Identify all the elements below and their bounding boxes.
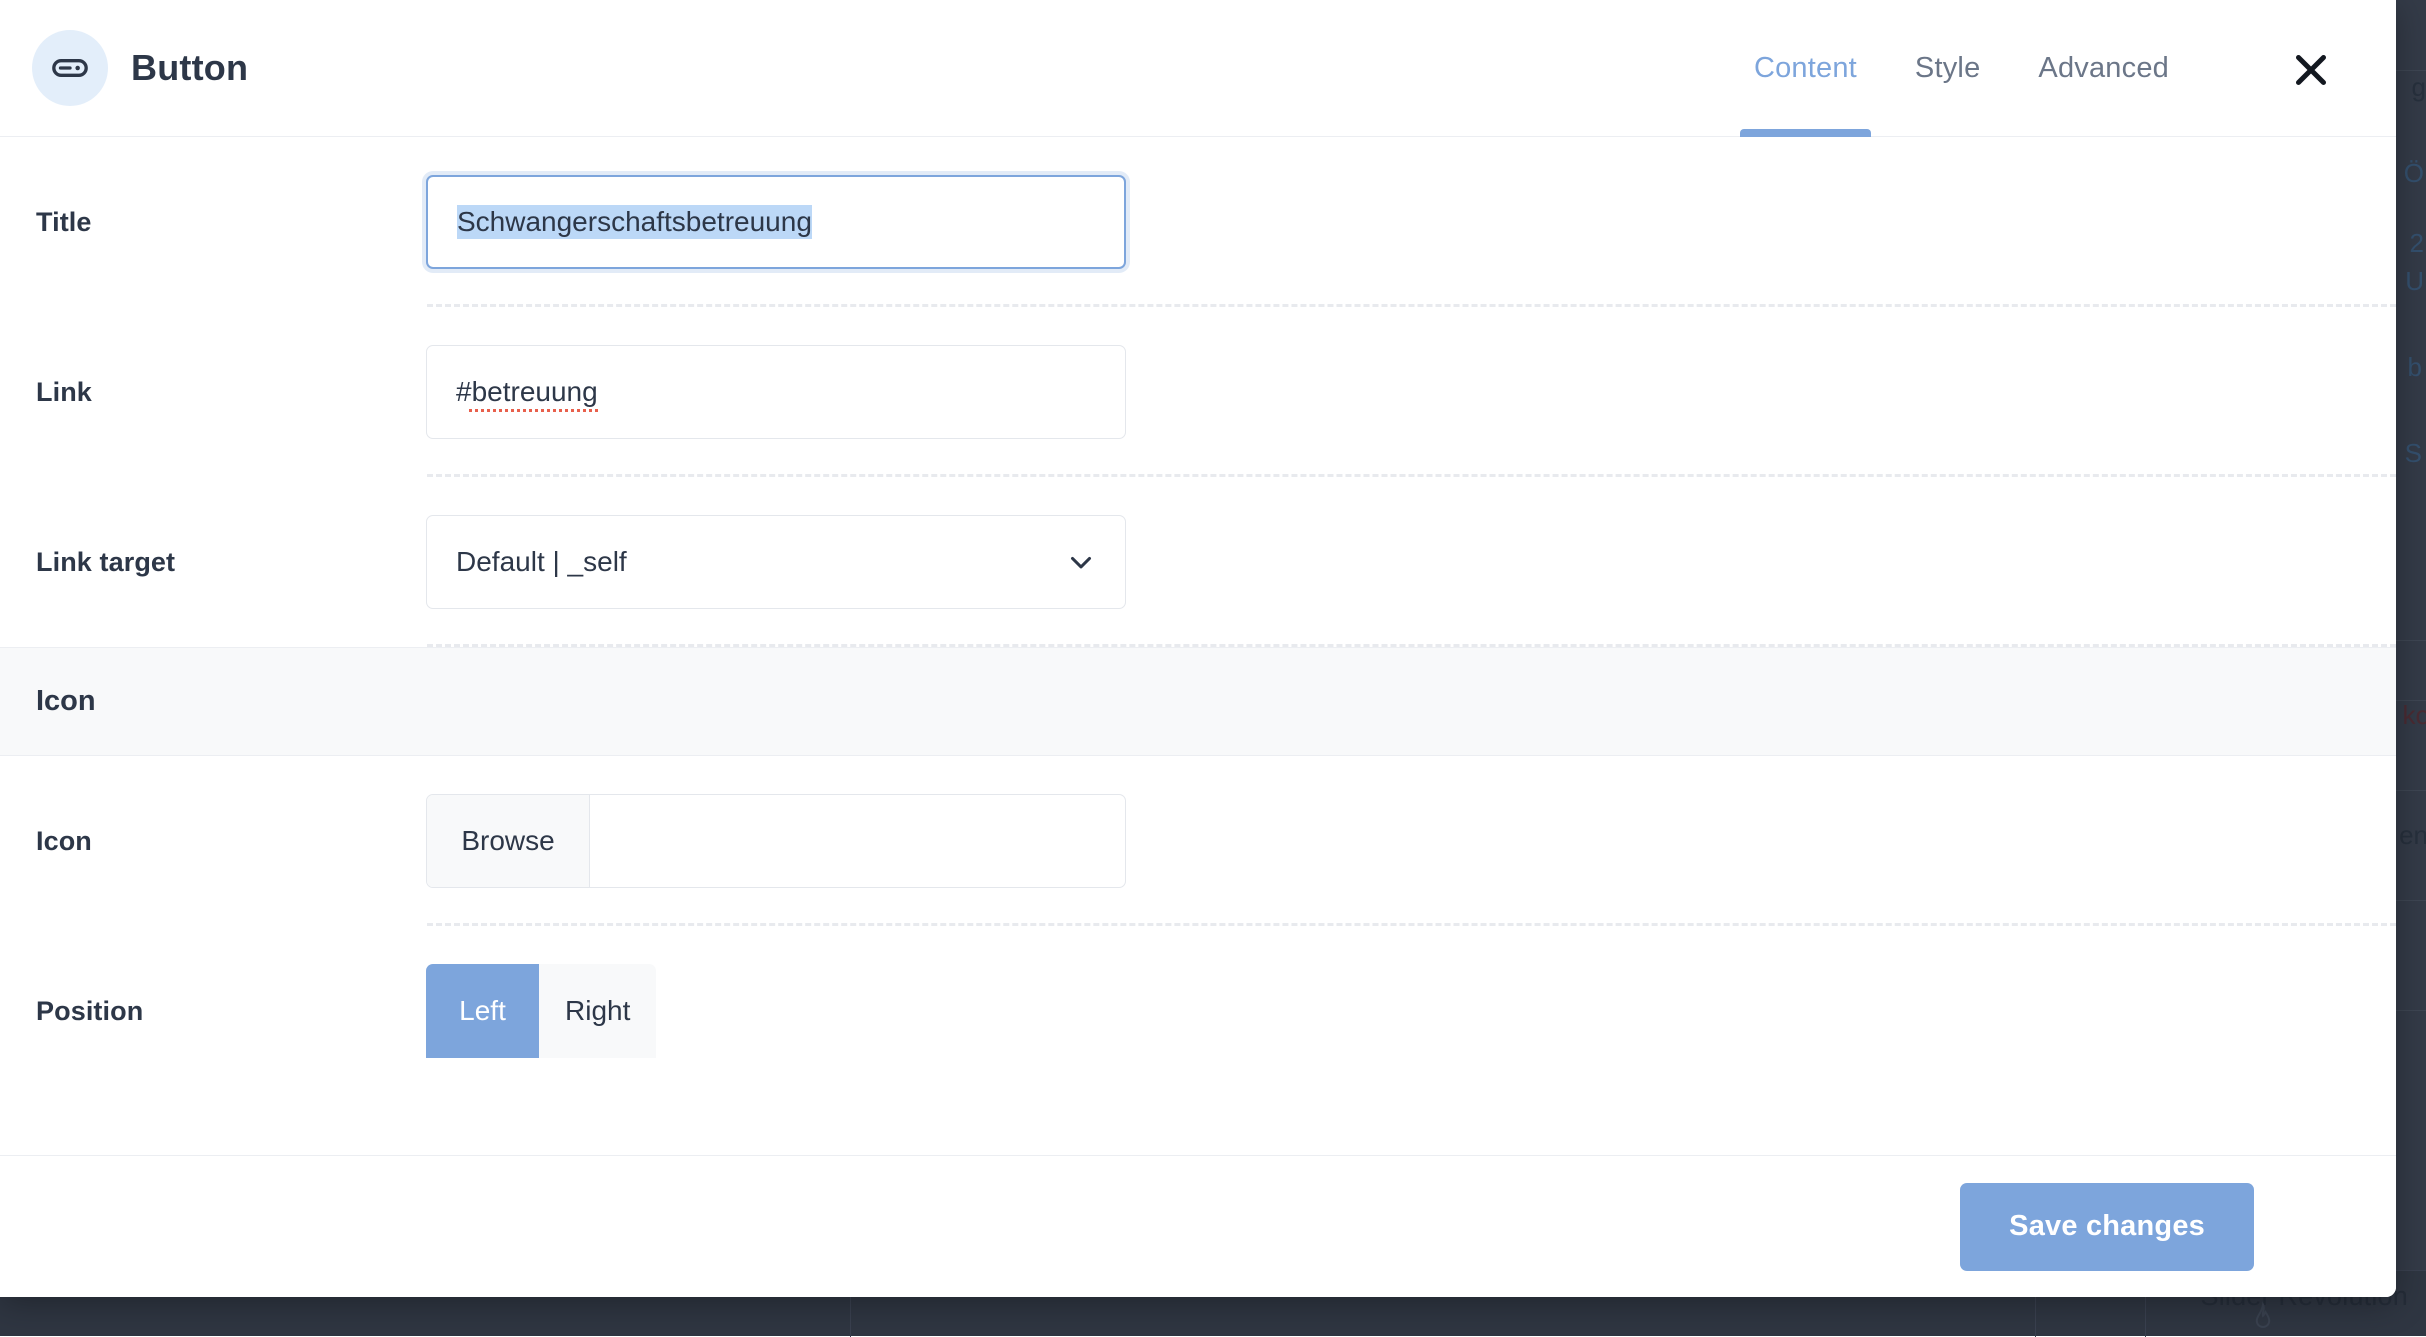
- section-header-icon: Icon: [0, 647, 2396, 756]
- section-title: Icon: [36, 685, 96, 718]
- icon-label: Icon: [36, 826, 426, 857]
- close-icon: [2291, 50, 2331, 90]
- background-text-fragment: U: [2405, 266, 2424, 297]
- modal-header: Button Content Style Advanced: [0, 0, 2396, 137]
- position-label: Position: [36, 996, 426, 1027]
- row-separator: [427, 644, 2396, 647]
- link-input[interactable]: #betreuung: [426, 345, 1126, 439]
- position-option-right[interactable]: Right: [539, 964, 656, 1058]
- position-field-wrap: Left Right: [426, 964, 656, 1058]
- tab-label: Content: [1754, 52, 1857, 85]
- tab-content[interactable]: Content: [1725, 0, 1886, 137]
- title-input-value: Schwangerschaftsbetreuung: [457, 205, 812, 239]
- background-text-fragment: g: [2412, 72, 2426, 103]
- save-changes-button[interactable]: Save changes: [1960, 1183, 2254, 1271]
- link-target-label: Link target: [36, 547, 426, 578]
- tab-style[interactable]: Style: [1886, 0, 2009, 137]
- icon-field-wrap: Browse: [426, 794, 1126, 888]
- icon-browse-group: Browse: [426, 794, 1126, 888]
- background-text-fragment: Ö: [2404, 158, 2424, 189]
- link-label: Link: [36, 377, 426, 408]
- form-row-icon: Icon Browse: [0, 756, 2396, 926]
- form-row-link-target: Link target Default | _self: [0, 477, 2396, 647]
- background-text-fragment: S: [2405, 438, 2422, 469]
- flame-icon: [2248, 1300, 2278, 1334]
- link-target-value: Default | _self: [456, 546, 1064, 578]
- tab-label: Style: [1915, 52, 1980, 85]
- form-row-position: Position Left Right: [0, 926, 2396, 1096]
- position-option-left[interactable]: Left: [426, 964, 539, 1058]
- icon-value-input[interactable]: [590, 795, 1125, 887]
- background-text-fragment: ko: [2403, 700, 2426, 731]
- form-row-title: Title Schwangerschaftsbetreuung: [0, 137, 2396, 307]
- modal-tabs: Content Style Advanced: [1725, 0, 2198, 137]
- tab-label: Advanced: [2038, 52, 2169, 85]
- tab-advanced[interactable]: Advanced: [2009, 0, 2198, 137]
- link-field-wrap: #betreuung: [426, 345, 1126, 439]
- form-row-link: Link #betreuung: [0, 307, 2396, 477]
- title-label: Title: [36, 207, 426, 238]
- link-input-value: #betreuung: [456, 376, 598, 408]
- position-toggle-group: Left Right: [426, 964, 656, 1058]
- button-settings-modal: Button Content Style Advanced Title: [0, 0, 2396, 1297]
- title-field-wrap: Schwangerschaftsbetreuung: [426, 175, 1126, 269]
- modal-body: Title Schwangerschaftsbetreuung Link #be…: [0, 137, 2396, 1155]
- button-element-icon-badge: [32, 30, 108, 106]
- browse-button[interactable]: Browse: [427, 795, 590, 887]
- title-input[interactable]: Schwangerschaftsbetreuung: [426, 175, 1126, 269]
- page-title: Button: [131, 47, 248, 89]
- close-button[interactable]: [2288, 47, 2334, 93]
- background-text-fragment: b: [2408, 352, 2422, 383]
- button-pill-icon: [50, 48, 90, 88]
- link-target-select[interactable]: Default | _self: [426, 515, 1126, 609]
- modal-title-group: Button: [32, 30, 248, 106]
- modal-footer: Save changes: [0, 1155, 2396, 1297]
- background-text-fragment: en: [2399, 820, 2426, 851]
- background-text-fragment: 2: [2410, 228, 2424, 259]
- chevron-down-icon: [1064, 545, 1098, 579]
- link-target-field-wrap: Default | _self: [426, 515, 1126, 609]
